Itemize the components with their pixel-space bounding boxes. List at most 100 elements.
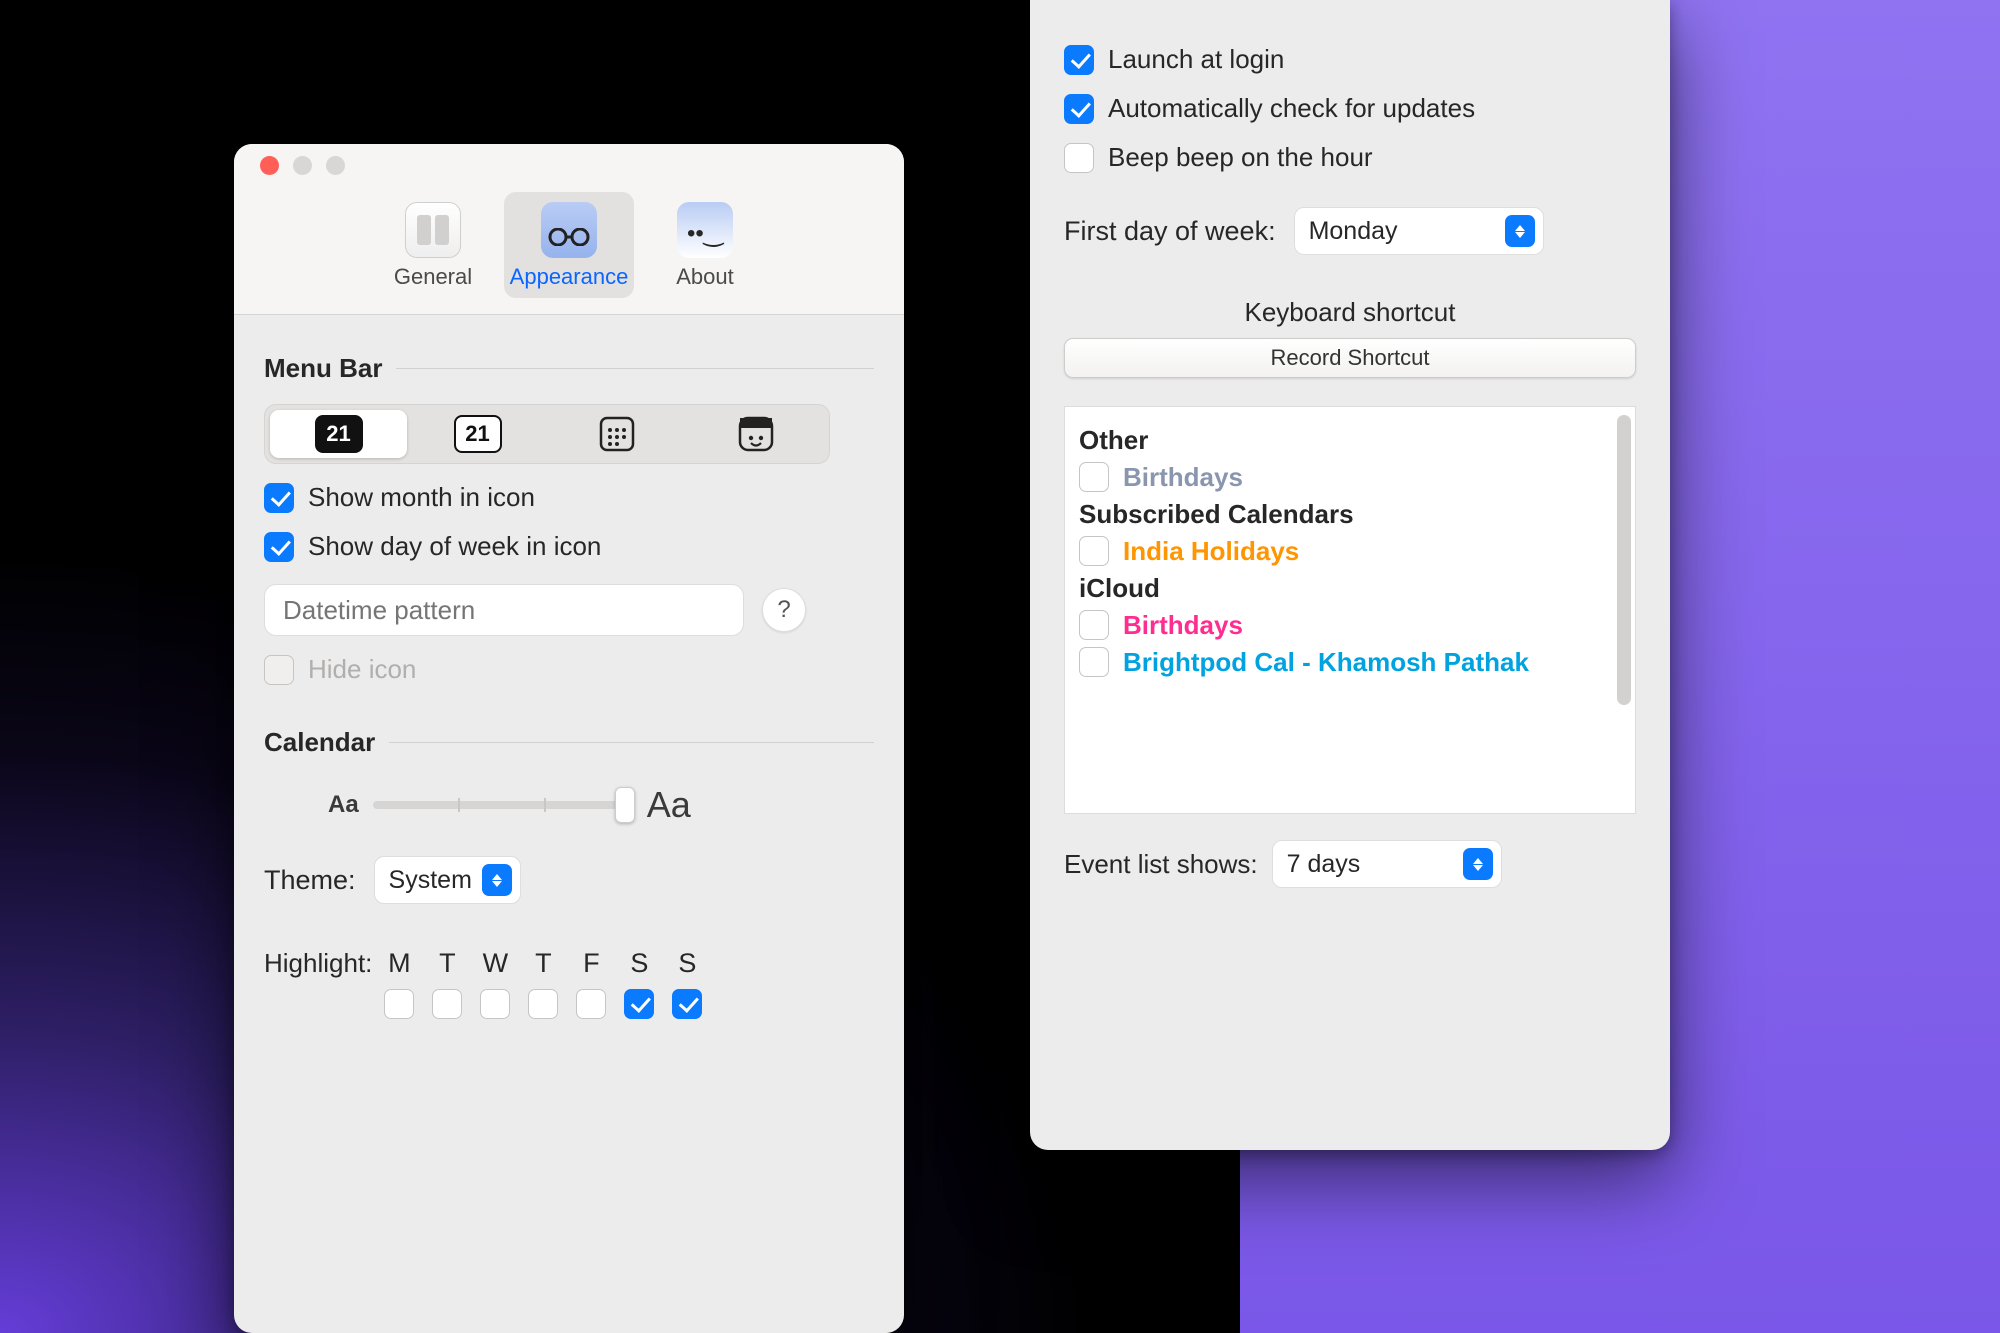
theme-row: Theme: System bbox=[264, 856, 874, 904]
auto-update-checkbox[interactable] bbox=[1064, 94, 1094, 124]
divider bbox=[396, 368, 874, 369]
day-letter: S bbox=[678, 948, 696, 979]
highlight-day: W bbox=[480, 948, 510, 1019]
show-month-checkbox[interactable] bbox=[264, 483, 294, 513]
calendar-name: Birthdays bbox=[1123, 610, 1243, 641]
chevron-updown-icon bbox=[482, 864, 512, 896]
zoom-button[interactable] bbox=[326, 156, 345, 175]
event-list-row: Event list shows: 7 days bbox=[1064, 840, 1636, 888]
tab-general[interactable]: General bbox=[368, 192, 498, 298]
chevron-updown-icon bbox=[1463, 848, 1493, 880]
highlight-day: S bbox=[624, 948, 654, 1019]
calendar-checkbox[interactable] bbox=[1079, 536, 1109, 566]
calendar-heading: Calendar bbox=[264, 727, 375, 758]
text-size-max-label: Aa bbox=[647, 784, 691, 826]
calendar-row: Brightpod Cal - Khamosh Pathak bbox=[1079, 647, 1621, 678]
day-letter: S bbox=[630, 948, 648, 979]
calendar-row: Birthdays bbox=[1079, 610, 1621, 641]
highlight-day-checkbox[interactable] bbox=[432, 989, 462, 1019]
highlight-day: T bbox=[528, 948, 558, 1019]
beep-label: Beep beep on the hour bbox=[1108, 142, 1373, 173]
tab-general-label: General bbox=[394, 264, 472, 290]
show-month-row: Show month in icon bbox=[264, 482, 874, 513]
first-dow-label: First day of week: bbox=[1064, 216, 1276, 247]
chevron-updown-icon bbox=[1505, 215, 1535, 247]
highlight-day: T bbox=[432, 948, 462, 1019]
highlight-day-checkbox[interactable] bbox=[528, 989, 558, 1019]
day-letter: F bbox=[583, 948, 600, 979]
close-button[interactable] bbox=[260, 156, 279, 175]
calendar-name: Brightpod Cal - Khamosh Pathak bbox=[1123, 647, 1529, 678]
highlight-day-checkbox[interactable] bbox=[480, 989, 510, 1019]
calendar-name: Birthdays bbox=[1123, 462, 1243, 493]
icon-style-date-filled[interactable]: 21 bbox=[270, 410, 407, 458]
titlebar bbox=[234, 144, 904, 186]
theme-value: System bbox=[389, 866, 472, 895]
calendars-list[interactable]: OtherBirthdaysSubscribed CalendarsIndia … bbox=[1064, 406, 1636, 814]
beep-row: Beep beep on the hour bbox=[1064, 142, 1636, 173]
icon-style-date-outline[interactable]: 21 bbox=[409, 410, 546, 458]
show-dow-row: Show day of week in icon bbox=[264, 531, 874, 562]
highlight-day: S bbox=[672, 948, 702, 1019]
highlight-days: MTWTFSS bbox=[384, 948, 702, 1019]
highlight-day-checkbox[interactable] bbox=[672, 989, 702, 1019]
pattern-help-button[interactable]: ? bbox=[762, 588, 806, 632]
launch-at-login-label: Launch at login bbox=[1108, 44, 1284, 75]
record-shortcut-button[interactable]: Record Shortcut bbox=[1064, 338, 1636, 378]
datetime-pattern-row: ? bbox=[264, 584, 874, 636]
calendar-checkbox[interactable] bbox=[1079, 462, 1109, 492]
hide-icon-row: Hide icon bbox=[264, 654, 874, 685]
calendar-row: India Holidays bbox=[1079, 536, 1621, 567]
about-icon: ••‿ bbox=[677, 202, 733, 258]
highlight-day-checkbox[interactable] bbox=[384, 989, 414, 1019]
icon-style-grid[interactable] bbox=[548, 410, 685, 458]
calendar-checkbox[interactable] bbox=[1079, 647, 1109, 677]
highlight-day: F bbox=[576, 948, 606, 1019]
text-size-row: Aa Aa bbox=[328, 784, 874, 826]
calendar-checkbox[interactable] bbox=[1079, 610, 1109, 640]
event-list-label: Event list shows: bbox=[1064, 849, 1258, 880]
divider bbox=[389, 742, 874, 743]
tab-appearance[interactable]: Appearance bbox=[504, 192, 634, 298]
auto-update-label: Automatically check for updates bbox=[1108, 93, 1475, 124]
launch-row: Launch at login bbox=[1064, 44, 1636, 75]
general-icon bbox=[405, 202, 461, 258]
first-dow-popup[interactable]: Monday bbox=[1294, 207, 1544, 255]
calendar-group-header: Other bbox=[1079, 425, 1621, 456]
hide-icon-checkbox[interactable] bbox=[264, 655, 294, 685]
show-month-label: Show month in icon bbox=[308, 482, 535, 513]
icon-style-face[interactable] bbox=[687, 410, 824, 458]
calendar-row: Birthdays bbox=[1079, 462, 1621, 493]
calendar-name: India Holidays bbox=[1123, 536, 1299, 567]
event-list-popup[interactable]: 7 days bbox=[1272, 840, 1502, 888]
appearance-pane: Menu Bar 21 21 Show month in icon Show d… bbox=[234, 315, 904, 1047]
launch-at-login-checkbox[interactable] bbox=[1064, 45, 1094, 75]
show-dow-label: Show day of week in icon bbox=[308, 531, 601, 562]
day-letter: W bbox=[483, 948, 508, 979]
menubar-heading: Menu Bar bbox=[264, 353, 382, 384]
highlight-day-checkbox[interactable] bbox=[624, 989, 654, 1019]
face-icon bbox=[738, 416, 774, 452]
tab-about[interactable]: ••‿ About bbox=[640, 192, 770, 298]
day-letter: T bbox=[535, 948, 552, 979]
grid-icon bbox=[599, 416, 635, 452]
tab-about-label: About bbox=[676, 264, 734, 290]
scrollbar[interactable] bbox=[1617, 415, 1631, 705]
highlight-day-checkbox[interactable] bbox=[576, 989, 606, 1019]
menubar-icon-style[interactable]: 21 21 bbox=[264, 404, 830, 464]
beep-checkbox[interactable] bbox=[1064, 143, 1094, 173]
minimize-button[interactable] bbox=[293, 156, 312, 175]
first-dow-value: Monday bbox=[1309, 217, 1398, 246]
text-size-min-label: Aa bbox=[328, 791, 359, 819]
first-dow-row: First day of week: Monday bbox=[1064, 207, 1636, 255]
show-dow-checkbox[interactable] bbox=[264, 532, 294, 562]
datetime-pattern-input[interactable] bbox=[264, 584, 744, 636]
shortcut-heading: Keyboard shortcut bbox=[1064, 297, 1636, 328]
day-letter: T bbox=[439, 948, 456, 979]
tab-appearance-label: Appearance bbox=[510, 264, 629, 290]
appearance-window: General Appearance ••‿ About Menu Bar 21… bbox=[234, 144, 904, 1333]
calendar-group-header: iCloud bbox=[1079, 573, 1621, 604]
text-size-slider[interactable] bbox=[373, 801, 633, 809]
theme-popup[interactable]: System bbox=[374, 856, 521, 904]
day-letter: M bbox=[388, 948, 411, 979]
